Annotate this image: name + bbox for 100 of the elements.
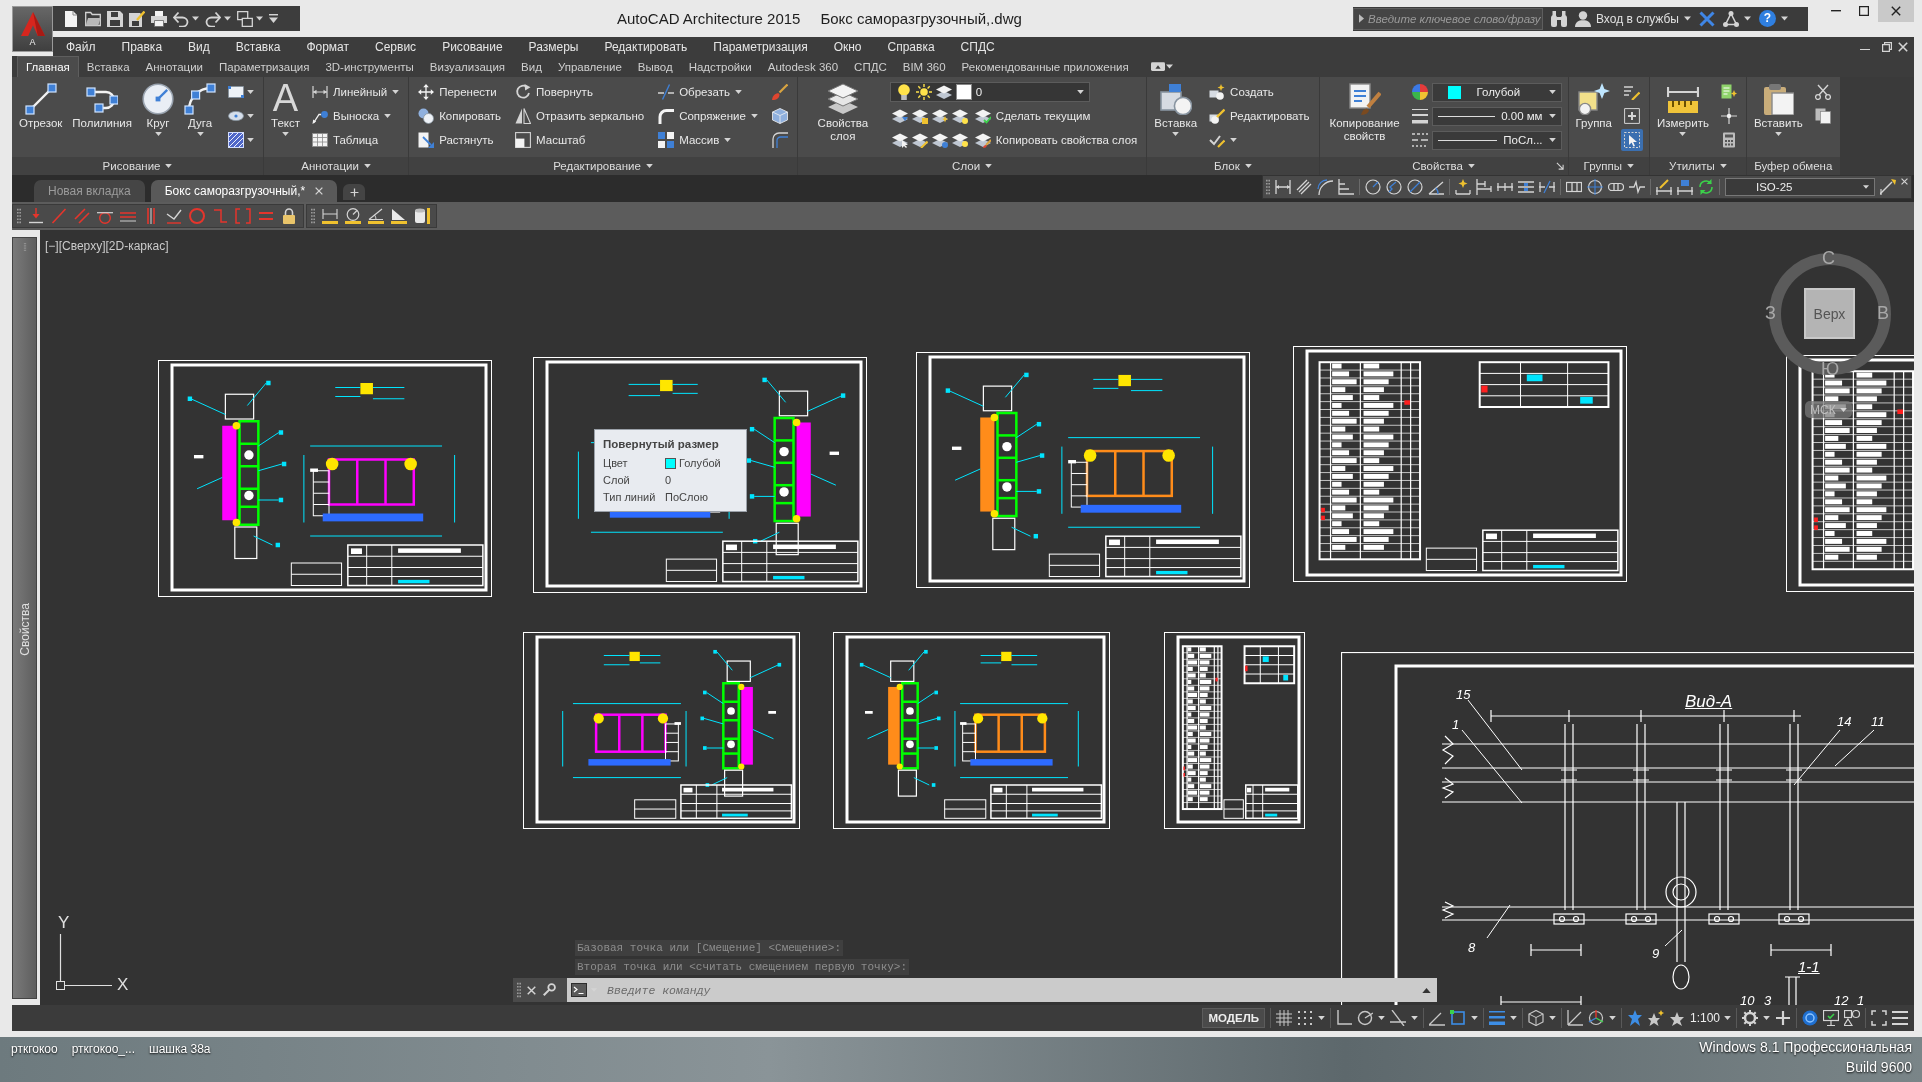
triangle-ruler-icon[interactable] [391,208,407,224]
layer-dropdown[interactable]: 0 [889,82,1090,102]
caret-icon[interactable] [1509,1016,1517,1020]
star-sparkle-icon[interactable] [1647,1010,1664,1026]
menu-item[interactable]: Сервис [362,39,430,54]
monitor-check-icon[interactable] [1823,1010,1839,1026]
menu-item[interactable]: Справка [874,39,948,54]
panel-title[interactable]: Свойства [1319,157,1568,175]
layers-arrow-icon[interactable] [891,108,908,124]
caret-icon[interactable] [1470,1016,1478,1020]
angle-icon[interactable] [1428,1010,1445,1026]
menu-item[interactable]: Вставка [222,39,294,54]
panel-title[interactable]: Группы [1568,157,1649,175]
desktop-icon-label[interactable]: рткгокоо [11,1042,58,1056]
panel-title[interactable]: Утилиты [1650,157,1746,175]
dimension-style-dropdown[interactable]: ISO-25 [1725,178,1875,196]
triangle-nodes-icon[interactable] [1723,10,1739,27]
caret-icon[interactable] [1608,1016,1616,1020]
ribbon-button[interactable]: Копирование свойств [1322,81,1407,157]
dimension-edit-icon[interactable] [1656,179,1672,195]
desktop-icon-label[interactable]: рткгокоо_... [71,1042,136,1056]
menu-item[interactable]: Вид [175,39,223,54]
check-line-icon[interactable] [166,208,182,224]
baseline-dimension-icon[interactable] [1476,179,1492,195]
ribbon-tool-button[interactable]: Выноска [308,105,403,127]
document-tab[interactable]: Новая вкладка [34,180,145,202]
drawing-canvas[interactable] [40,230,1914,1005]
dot-grid-icon[interactable] [1296,1010,1313,1026]
snap-square-icon[interactable] [1449,1010,1466,1026]
ribbon-tab[interactable]: СПДС [846,56,895,77]
ribbon-tool-button[interactable]: Создать [1206,81,1313,103]
grip-handle-icon[interactable] [17,208,21,224]
ribbon-button[interactable]: Вставка [1150,81,1202,157]
ribbon-tab[interactable]: Визуализация [421,56,514,77]
menu-item[interactable]: СПДС [947,39,1008,54]
ribbon-tab[interactable]: Управление [549,56,630,77]
panel-title[interactable]: Слои [797,157,1147,175]
ribbon-tool-button[interactable]: Повернуть [512,81,648,103]
property-dropdown[interactable]: 0.00 мм [1431,106,1562,126]
ribbon-button[interactable]: Круг [138,81,178,157]
panel-title[interactable]: Рисование [12,157,263,175]
layers-bulb-icon[interactable] [951,132,968,148]
dashed-lines-icon[interactable] [1411,132,1428,148]
layers-star-icon[interactable] [931,108,948,124]
ribbon-tab[interactable]: Главная [17,56,79,77]
caret-icon[interactable] [1317,1016,1325,1020]
viewcube-face[interactable]: Верх [1804,288,1855,339]
menu-icon[interactable] [1892,1010,1908,1026]
right-angle-icon[interactable] [1335,1010,1352,1026]
menu-item[interactable]: Окно [820,39,875,54]
ribbon-button[interactable]: Измерить [1653,81,1713,157]
settings-icon[interactable] [1742,1010,1758,1026]
ribbon-tab[interactable]: Autodesk 360 [759,56,847,77]
binoculars-icon[interactable] [1551,10,1567,27]
ribbon-tab[interactable]: 3D-инструменты [317,56,422,77]
menu-item[interactable]: Размеры [515,39,592,54]
crossed-lines-icon[interactable] [1389,1010,1406,1026]
viewport-label[interactable]: [−][Сверху][2D-каркас] [45,239,169,253]
grip-handle-icon[interactable] [517,982,521,998]
padlock-icon[interactable] [281,208,297,224]
caret-icon[interactable] [1548,1016,1556,1020]
ruler-line-icon[interactable] [322,208,338,224]
floppy-pencil-icon[interactable] [129,10,145,27]
redo-arrow-icon[interactable] [205,10,221,27]
cube-outline-icon[interactable] [1527,1010,1544,1026]
ribbon-button[interactable]: Полилиния [68,81,136,157]
panel-title[interactable]: Аннотации [264,157,409,175]
close-button[interactable] [1878,0,1914,22]
cross-icon[interactable] [1699,10,1715,27]
menu-item[interactable]: Редактировать [591,39,701,54]
ribbon-tool-button[interactable]: Обрезать [655,81,761,103]
axes-diagonal-icon[interactable] [1566,1010,1583,1026]
triangle-icon[interactable] [1359,14,1364,23]
caret-icon[interactable] [1377,1016,1385,1020]
application-menu-button[interactable]: A [12,6,53,52]
search-field[interactable]: Введите ключевое слово/фразу [1368,12,1542,25]
ribbon-tab[interactable]: BIM 360 [894,56,954,77]
caret-icon[interactable] [1763,1016,1770,1020]
document-tab[interactable]: Бокс саморазгрузочный,* [150,180,338,202]
ribbon-tool-button[interactable]: Линейный [308,81,403,103]
command-prompt-icon[interactable] [571,983,587,997]
new-tab-button[interactable] [343,184,366,200]
ribbon-tool-button[interactable]: Сопряжение [655,105,761,127]
update-arrows-icon[interactable] [1698,179,1714,195]
new-file-icon[interactable] [63,10,79,27]
sign-in-button[interactable]: Вход в службы [1575,10,1691,27]
aligned-lines-icon[interactable] [1296,179,1312,195]
layers-pencil-icon[interactable] [911,132,928,148]
ribbon-button[interactable]: Отрезок [15,81,67,157]
line-weights-icon[interactable] [1411,108,1428,124]
layers-lock-icon[interactable] [911,108,928,124]
isolate-circle-icon[interactable] [1802,1010,1818,1026]
caret-icon[interactable] [1165,64,1173,69]
wrench-icon[interactable] [542,983,556,997]
line-weights-icon[interactable] [1488,1010,1505,1026]
panel-title[interactable]: Редактирование [409,157,797,175]
star-icon[interactable] [1626,1010,1643,1026]
command-input[interactable]: Введите команду [601,983,1418,997]
customize-caret-icon[interactable] [269,14,278,23]
close-icon[interactable] [315,187,324,195]
